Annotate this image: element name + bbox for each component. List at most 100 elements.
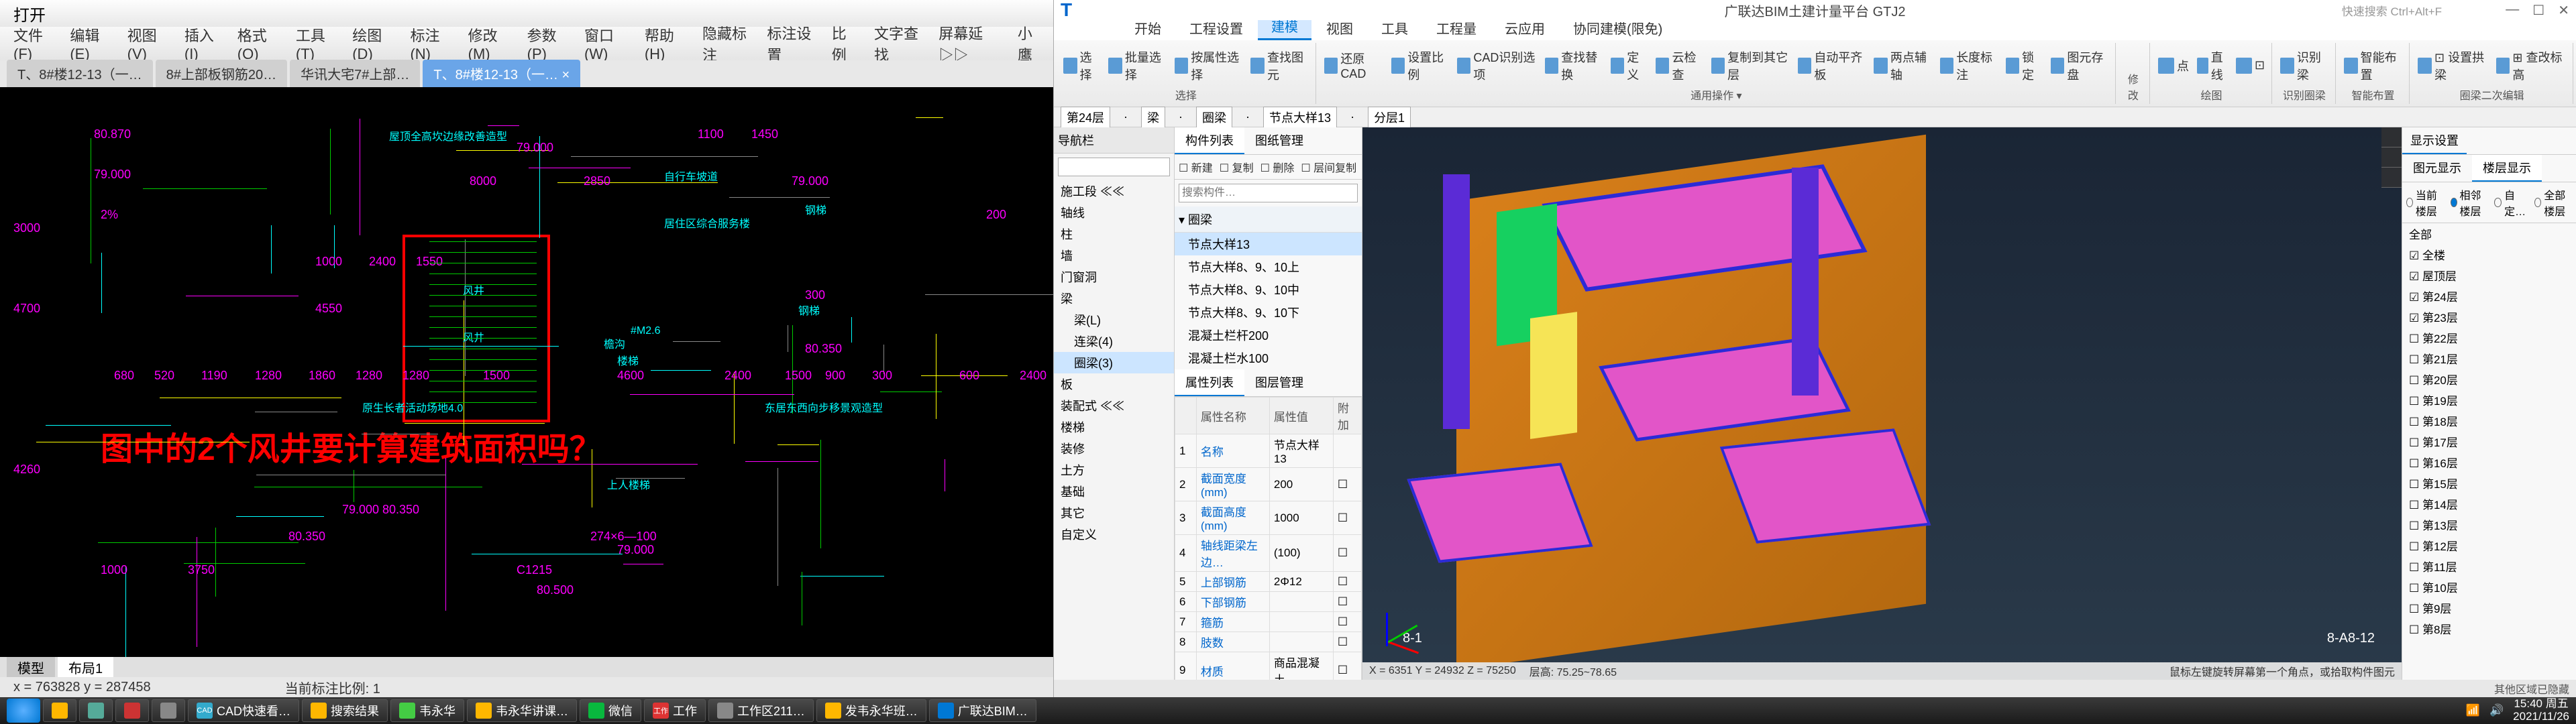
menu-item[interactable]: 文件(F) <box>13 24 50 63</box>
file-tab[interactable]: 华讯大宅7#上部… <box>290 60 420 87</box>
floor-checkbox-item[interactable]: ☐ 第14层 <box>2402 493 2576 514</box>
props-cell[interactable]: ☐ <box>1333 612 1361 632</box>
component-tool[interactable]: ☐ 层间复制 <box>1301 159 1356 175</box>
start-button[interactable] <box>7 699 40 723</box>
maximize-icon[interactable]: ☐ <box>2532 2 2544 19</box>
nav-tree-node[interactable]: 自定义 <box>1054 524 1174 545</box>
file-tab[interactable]: T、8#楼12-13（一… × <box>423 60 580 87</box>
nav-tree-node[interactable]: 其它 <box>1054 502 1174 524</box>
component-item[interactable]: 混凝土栏杆200 <box>1175 324 1362 347</box>
component-item[interactable]: 节点大样8、9、10上 <box>1175 255 1362 278</box>
display-tab[interactable]: 显示设置 <box>2402 127 2467 154</box>
props-cell[interactable]: ☐ <box>1333 572 1361 592</box>
floor-checkbox-item[interactable]: ☐ 第17层 <box>2402 431 2576 452</box>
component-tool[interactable]: ☐ 新建 <box>1179 159 1213 175</box>
taskbar-app[interactable]: 微信 <box>580 699 641 722</box>
props-cell[interactable] <box>1333 434 1361 468</box>
floor-select[interactable]: 第24层 <box>1061 107 1110 128</box>
props-cell[interactable]: 商品混凝土 <box>1269 652 1333 680</box>
layer-select[interactable]: 分层1 <box>1368 107 1411 128</box>
component-section-header[interactable]: ▾ 圈梁 <box>1175 206 1362 233</box>
ribbon-button[interactable]: ⊞ 查改标高 <box>2496 48 2566 83</box>
floor-filter-radio[interactable]: 自定… <box>2494 186 2528 219</box>
menu-item[interactable]: 编辑(E) <box>70 24 107 63</box>
props-cell[interactable]: 200 <box>1269 468 1333 501</box>
menu-item[interactable]: 屏幕延 ▷▷ <box>938 22 998 65</box>
menu-item[interactable]: 格式(O) <box>237 24 276 63</box>
menu-item[interactable]: 插入(I) <box>184 24 217 63</box>
taskbar-app[interactable]: 搜索结果 <box>302 699 388 722</box>
axis-widget[interactable] <box>1376 606 1430 660</box>
props-cell[interactable]: ☐ <box>1333 632 1361 652</box>
floor-checkbox-item[interactable]: ☑ 第23层 <box>2402 306 2576 327</box>
nav-tree-node[interactable]: 施工段 ≪≪ <box>1054 180 1174 202</box>
menu-item[interactable]: 修改(M) <box>468 24 507 63</box>
component-tool[interactable]: ☐ 删除 <box>1260 159 1295 175</box>
props-cell[interactable]: ☐ <box>1333 652 1361 680</box>
floor-checkbox-item[interactable]: ☐ 第10层 <box>2402 577 2576 597</box>
floor-checkbox-item[interactable]: ☑ 第24层 <box>2402 286 2576 306</box>
ribbon-button[interactable]: ⊡ <box>2236 58 2265 74</box>
floor-checkbox-item[interactable]: ☐ 第16层 <box>2402 452 2576 473</box>
taskbar-app[interactable]: 工作工作 <box>644 699 706 722</box>
nav-tree-node[interactable]: 梁(L) <box>1054 309 1174 330</box>
menu-item[interactable]: 绘图(D) <box>352 24 390 63</box>
props-cell[interactable] <box>1269 592 1333 612</box>
props-cell[interactable]: ☐ <box>1333 592 1361 612</box>
vp-tool-2[interactable] <box>2381 147 2402 168</box>
ribbon-button[interactable]: 复制到其它层 <box>1711 48 1790 83</box>
ribbon-button[interactable]: CAD识别选项 <box>1457 48 1537 83</box>
menu-item[interactable]: 参数(P) <box>527 24 564 63</box>
component-item[interactable]: 节点大样8、9、10中 <box>1175 278 1362 301</box>
tray-clock[interactable]: 15:40 周五 2021/11/26 <box>2513 698 2569 723</box>
props-tab[interactable]: 图层管理 <box>1244 369 1314 396</box>
tray-sound-icon[interactable]: 🔊 <box>2489 704 2504 717</box>
nav-tree-node[interactable]: 圈梁(3) <box>1054 352 1174 373</box>
floor-filter-radio[interactable]: 全部楼层 <box>2534 186 2572 219</box>
floor-filter-radio[interactable]: 当前楼层 <box>2406 186 2444 219</box>
ribbon-button[interactable]: 锁定 <box>2006 48 2043 83</box>
props-cell[interactable]: 节点大样13 <box>1269 434 1333 468</box>
ribbon-button[interactable]: 点 <box>2158 57 2189 74</box>
component-item[interactable]: 节点大样13 <box>1175 233 1362 255</box>
ribbon-button[interactable]: 自动平齐板 <box>1798 48 1866 83</box>
layout-tab[interactable]: 模型 <box>7 656 55 678</box>
ribbon-button[interactable]: 批量选择 <box>1108 48 1166 83</box>
ribbon-button[interactable]: 识别梁 <box>2280 48 2328 83</box>
taskbar-app[interactable] <box>79 699 113 722</box>
search-hint[interactable]: 快速搜索 Ctrl+Alt+F <box>2342 2 2442 19</box>
menu-item[interactable]: 小鹰 <box>1018 22 1040 65</box>
nav-tree-node[interactable]: 梁 <box>1054 288 1174 309</box>
taskbar-app[interactable] <box>115 699 149 722</box>
floor-checkbox-item[interactable]: ☐ 第8层 <box>2402 618 2576 639</box>
component-tab[interactable]: 图纸管理 <box>1244 127 1314 154</box>
props-cell[interactable] <box>1269 632 1333 652</box>
file-tab[interactable]: 8#上部板钢筋20… <box>156 60 288 87</box>
nav-tree-node[interactable]: 门窗洞 <box>1054 266 1174 288</box>
layout-tab[interactable]: 布局1 <box>58 656 113 678</box>
display-subtab[interactable]: 图元显示 <box>2402 155 2472 182</box>
floor-checkbox-item[interactable]: ☐ 第19层 <box>2402 389 2576 410</box>
menu-item[interactable]: 帮助(H) <box>645 24 682 63</box>
floor-checkbox-item[interactable]: 全部 <box>2402 223 2576 244</box>
ribbon-button[interactable]: 设置比例 <box>1391 48 1449 83</box>
floor-checkbox-item[interactable]: ☐ 第11层 <box>2402 556 2576 577</box>
ribbon-button[interactable]: 查找替换 <box>1545 48 1603 83</box>
nav-tree-node[interactable]: 装配式 ≪≪ <box>1054 395 1174 416</box>
ribbon-button[interactable]: 选择 <box>1063 48 1100 83</box>
floor-checkbox-item[interactable]: ☐ 第20层 <box>2402 369 2576 389</box>
cad-viewport[interactable]: 图中的2个风井要计算建筑面积吗？ 30004700426068052011901… <box>0 87 1053 657</box>
menu-item[interactable]: 隐藏标注 <box>702 22 747 65</box>
menu-item[interactable]: 文字查找 <box>874 22 918 65</box>
menu-item[interactable]: 标注(N) <box>410 24 447 63</box>
floor-filter-radio[interactable]: 相邻楼层 <box>2451 186 2488 219</box>
vp-tool-1[interactable] <box>2381 127 2402 147</box>
subcategory-select[interactable]: 圈梁 <box>1196 107 1232 128</box>
nav-tree-node[interactable]: 连梁(4) <box>1054 330 1174 352</box>
3d-viewport[interactable]: 8-1 8-A8-12 X = 6351 Y = 24932 Z = 75250… <box>1362 127 2402 680</box>
nav-tree-node[interactable]: 墙 <box>1054 245 1174 266</box>
nav-search-input[interactable] <box>1058 158 1170 176</box>
floor-checkbox-item[interactable]: ☐ 第13层 <box>2402 514 2576 535</box>
ribbon-button[interactable]: 两点辅轴 <box>1874 48 1931 83</box>
item-select[interactable]: 节点大样13 <box>1263 107 1337 128</box>
